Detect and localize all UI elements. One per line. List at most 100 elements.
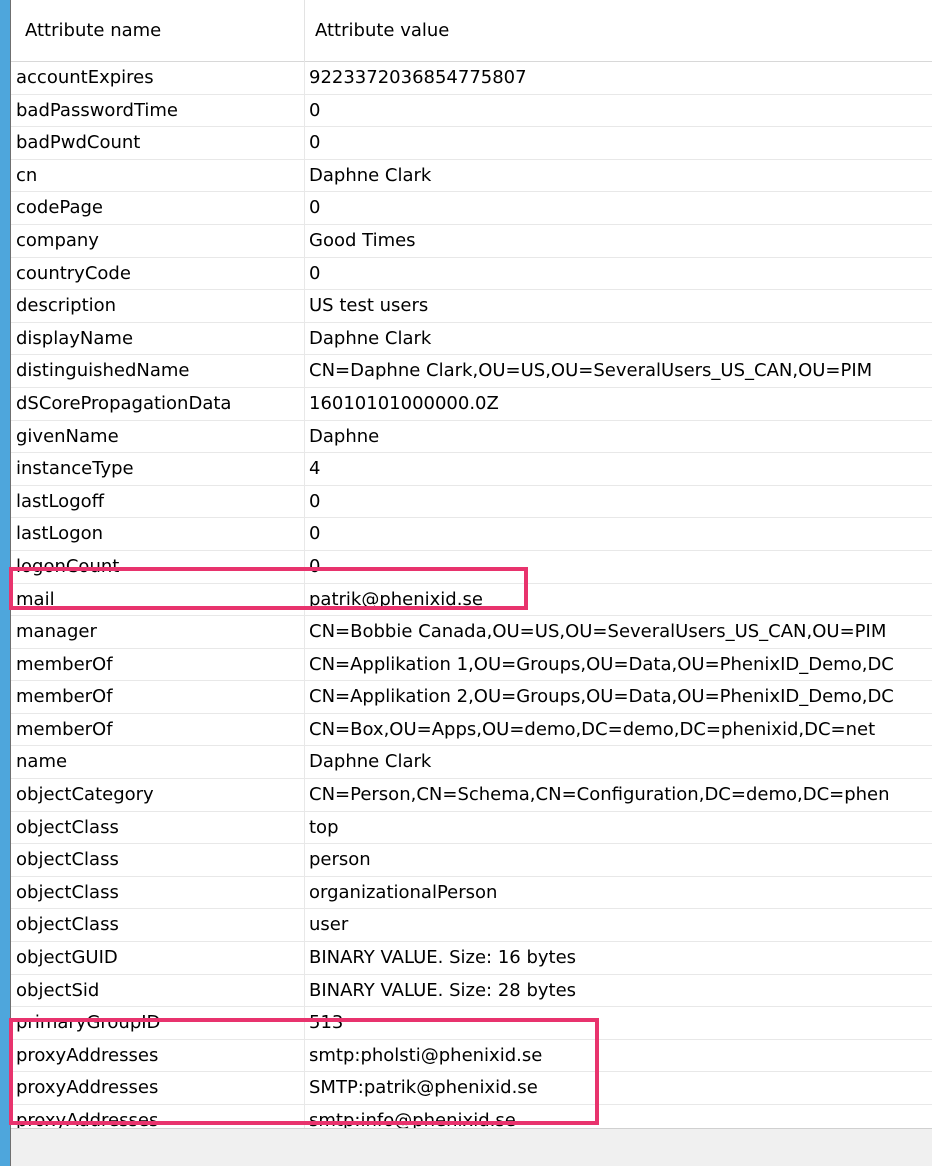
attribute-value-cell[interactable]: 0 <box>305 518 932 551</box>
attribute-name-cell[interactable]: name <box>11 746 305 780</box>
attribute-value-cell[interactable]: 0 <box>305 127 932 160</box>
attribute-name-cell[interactable]: objectGUID <box>11 942 305 975</box>
table-row[interactable]: badPasswordTime 0 <box>11 94 932 128</box>
table-row[interactable]: cn Daphne Clark <box>11 159 932 193</box>
attribute-name-cell[interactable]: distinguishedName <box>11 355 305 388</box>
table-row[interactable]: memberOf CN=Box,OU=Apps,OU=demo,DC=demo,D… <box>11 713 932 747</box>
table-row[interactable]: company Good Times <box>11 224 932 258</box>
attribute-value-cell[interactable]: 0 <box>305 258 932 291</box>
attribute-name-cell[interactable]: memberOf <box>11 648 305 682</box>
attribute-value-cell[interactable]: CN=Person,CN=Schema,CN=Configuration,DC=… <box>305 779 932 812</box>
attribute-name-cell[interactable]: mail <box>11 583 305 617</box>
attribute-name-cell[interactable]: objectClass <box>11 844 305 877</box>
attribute-name-cell[interactable]: objectSid <box>11 974 305 1008</box>
table-row[interactable]: objectClass person <box>11 844 932 877</box>
table-row[interactable]: description US test users <box>11 290 932 323</box>
table-row[interactable]: proxyAddresses SMTP:patrik@phenixid.se <box>11 1072 932 1105</box>
table-row[interactable]: lastLogon 0 <box>11 518 932 551</box>
table-row[interactable]: objectGUID BINARY VALUE. Size: 16 bytes <box>11 942 932 975</box>
table-row[interactable]: objectClass user <box>11 909 932 943</box>
attribute-value-cell[interactable]: smtp:pholsti@phenixid.se <box>305 1040 932 1073</box>
table-row[interactable]: proxyAddresses smtp:pholsti@phenixid.se <box>11 1039 932 1073</box>
attribute-name-cell[interactable]: memberOf <box>11 681 305 714</box>
table-row[interactable]: codePage 0 <box>11 192 932 225</box>
attribute-name-cell[interactable]: objectClass <box>11 909 305 943</box>
attribute-name-cell[interactable]: memberOf <box>11 713 305 747</box>
table-row[interactable]: dSCorePropagationData 16010101000000.0Z <box>11 387 932 421</box>
attribute-value-cell[interactable]: 0 <box>305 486 932 519</box>
table-row[interactable]: objectCategory CN=Person,CN=Schema,CN=Con… <box>11 779 932 812</box>
attribute-name-cell[interactable]: objectCategory <box>11 779 305 812</box>
attribute-value-cell[interactable]: CN=Applikation 1,OU=Groups,OU=Data,OU=Ph… <box>305 649 932 682</box>
table-row[interactable]: givenName Daphne <box>11 420 932 454</box>
table-row[interactable]: lastLogoff 0 <box>11 485 932 519</box>
table-row[interactable]: objectClass top <box>11 811 932 845</box>
attribute-value-cell[interactable]: patrik@phenixid.se <box>305 584 932 617</box>
attribute-name-cell[interactable]: manager <box>11 616 305 649</box>
attribute-value-cell[interactable]: user <box>305 909 932 943</box>
table-row[interactable]: objectClass organizationalPerson <box>11 876 932 910</box>
attribute-value-cell[interactable]: 0 <box>305 95 932 128</box>
table-row[interactable]: mail patrik@phenixid.se <box>11 583 932 617</box>
table-row[interactable]: logonCount 0 <box>11 550 932 584</box>
attribute-value-cell[interactable]: 9223372036854775807 <box>305 62 932 95</box>
attribute-name-cell[interactable]: accountExpires <box>11 62 305 95</box>
attribute-value-cell[interactable]: BINARY VALUE. Size: 28 bytes <box>305 975 932 1008</box>
attribute-value-cell[interactable]: Daphne Clark <box>305 746 932 780</box>
table-row[interactable]: accountExpires 9223372036854775807 <box>11 62 932 95</box>
attribute-name-cell[interactable]: cn <box>11 159 305 193</box>
attribute-name-cell[interactable]: codePage <box>11 192 305 225</box>
attribute-name-cell[interactable]: objectClass <box>11 811 305 845</box>
attribute-value-cell[interactable]: BINARY VALUE. Size: 16 bytes <box>305 942 932 975</box>
attribute-name-cell[interactable]: givenName <box>11 420 305 454</box>
column-header-attribute-name[interactable]: Attribute name <box>11 0 305 62</box>
attribute-name-cell[interactable]: logonCount <box>11 550 305 584</box>
attribute-name-cell[interactable]: primaryGroupID <box>11 1007 305 1040</box>
table-row[interactable]: instanceType 4 <box>11 453 932 486</box>
attribute-name-cell[interactable]: dSCorePropagationData <box>11 387 305 421</box>
attribute-value-cell[interactable]: top <box>305 812 932 845</box>
table-row[interactable]: distinguishedName CN=Daphne Clark,OU=US,O… <box>11 355 932 388</box>
attribute-value-cell[interactable]: CN=Bobbie Canada,OU=US,OU=SeveralUsers_U… <box>305 616 932 649</box>
attribute-value-cell[interactable]: 0 <box>305 551 932 584</box>
table-row[interactable]: memberOf CN=Applikation 2,OU=Groups,OU=Da… <box>11 681 932 714</box>
attribute-value-cell[interactable]: Daphne <box>305 421 932 454</box>
attribute-value-cell[interactable]: Daphne Clark <box>305 160 932 193</box>
attribute-value-cell[interactable]: Daphne Clark <box>305 323 932 356</box>
table-row[interactable]: primaryGroupID 513 <box>11 1007 932 1040</box>
attribute-table: Attribute name Attribute value accountEx… <box>11 0 932 1138</box>
table-row[interactable]: memberOf CN=Applikation 1,OU=Groups,OU=Da… <box>11 648 932 682</box>
attribute-value-cell[interactable]: person <box>305 844 932 877</box>
attribute-value-cell[interactable]: organizationalPerson <box>305 877 932 910</box>
attribute-name-cell[interactable]: description <box>11 290 305 323</box>
column-header-attribute-value[interactable]: Attribute value <box>305 0 932 62</box>
attribute-value-cell[interactable]: Good Times <box>305 225 932 258</box>
attribute-name-cell[interactable]: proxyAddresses <box>11 1039 305 1073</box>
table-row[interactable]: badPwdCount 0 <box>11 127 932 160</box>
attribute-value-cell[interactable]: 0 <box>305 192 932 225</box>
window-edge-strip <box>0 0 10 1166</box>
attribute-name-cell[interactable]: proxyAddresses <box>11 1072 305 1105</box>
attribute-name-cell[interactable]: objectClass <box>11 876 305 910</box>
attribute-name-cell[interactable]: displayName <box>11 322 305 356</box>
table-row[interactable]: name Daphne Clark <box>11 746 932 780</box>
attribute-name-cell[interactable]: badPwdCount <box>11 127 305 160</box>
attribute-value-cell[interactable]: CN=Applikation 2,OU=Groups,OU=Data,OU=Ph… <box>305 681 932 714</box>
attribute-value-cell[interactable]: US test users <box>305 290 932 323</box>
attribute-name-cell[interactable]: instanceType <box>11 453 305 486</box>
table-row[interactable]: objectSid BINARY VALUE. Size: 28 bytes <box>11 974 932 1008</box>
attribute-name-cell[interactable]: lastLogon <box>11 518 305 551</box>
attribute-name-cell[interactable]: countryCode <box>11 257 305 291</box>
attribute-value-cell[interactable]: CN=Box,OU=Apps,OU=demo,DC=demo,DC=phenix… <box>305 714 932 747</box>
attribute-name-cell[interactable]: lastLogoff <box>11 485 305 519</box>
attribute-value-cell[interactable]: CN=Daphne Clark,OU=US,OU=SeveralUsers_US… <box>305 355 932 388</box>
table-row[interactable]: manager CN=Bobbie Canada,OU=US,OU=Several… <box>11 616 932 649</box>
attribute-value-cell[interactable]: 513 <box>305 1007 932 1040</box>
table-row[interactable]: displayName Daphne Clark <box>11 322 932 356</box>
attribute-name-cell[interactable]: company <box>11 224 305 258</box>
table-row[interactable]: countryCode 0 <box>11 257 932 291</box>
attribute-value-cell[interactable]: SMTP:patrik@phenixid.se <box>305 1072 932 1105</box>
attribute-name-cell[interactable]: badPasswordTime <box>11 94 305 128</box>
attribute-value-cell[interactable]: 16010101000000.0Z <box>305 388 932 421</box>
attribute-value-cell[interactable]: 4 <box>305 453 932 486</box>
